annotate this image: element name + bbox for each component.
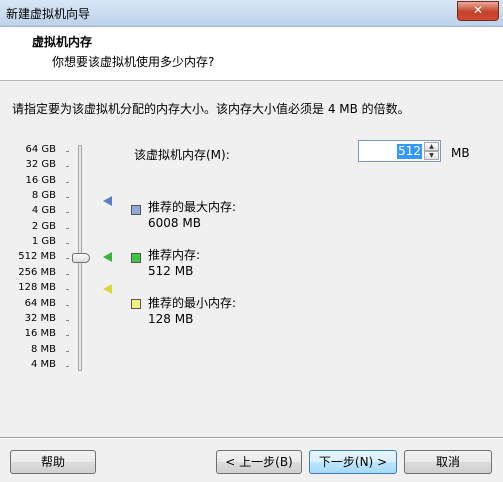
- slider-tick-mark: [66, 181, 69, 183]
- close-button[interactable]: ✕: [457, 1, 499, 21]
- spin-down-icon[interactable]: ▼: [424, 151, 439, 160]
- slider-tick-mark: [66, 166, 69, 168]
- slider-tick-label: 256 MB: [18, 266, 56, 278]
- slider-tick-mark: [66, 304, 69, 306]
- slider-tick-label: 16 GB: [25, 174, 56, 186]
- slider-tick-mark: [66, 197, 69, 199]
- recommended-memory-swatch-icon: [131, 253, 141, 263]
- wizard-header: 虚拟机内存 你想要该虚拟机使用多少内存?: [0, 27, 503, 81]
- slider-tick-label: 32 MB: [24, 312, 56, 324]
- slider-tick-label: 128 MB: [18, 282, 56, 294]
- help-button[interactable]: 帮助: [10, 450, 96, 474]
- window-title: 新建虚拟机向导: [6, 7, 91, 21]
- slider-tick-mark: [66, 258, 69, 260]
- min-memory-marker-icon: [103, 284, 112, 294]
- min-memory-value: 128 MB: [148, 312, 194, 326]
- slider-tick-label: 8 MB: [30, 343, 56, 355]
- slider-tick-mark: [66, 273, 69, 275]
- slider-tick-label: 32 GB: [25, 159, 56, 171]
- slider-tick-label: 8 GB: [31, 190, 56, 202]
- slider-tick-label: 1 GB: [31, 236, 56, 248]
- slider-tick-mark: [66, 227, 69, 229]
- slider-tick-label: 512 MB: [18, 251, 56, 263]
- slider-tick-label: 4 GB: [31, 205, 56, 217]
- cancel-button[interactable]: 取消: [404, 450, 492, 474]
- memory-slider-thumb[interactable]: [72, 253, 90, 263]
- spin-up-icon[interactable]: ▲: [424, 142, 439, 151]
- slider-tick-mark: [66, 151, 69, 152]
- min-memory-swatch-icon: [131, 299, 141, 309]
- next-button[interactable]: 下一步(N) >: [309, 450, 397, 474]
- page-title: 虚拟机内存: [32, 35, 93, 49]
- slider-tick-label: 16 MB: [24, 328, 56, 340]
- slider-tick-mark: [66, 335, 69, 337]
- title-bar[interactable]: 新建虚拟机向导 ✕: [0, 0, 503, 27]
- max-memory-marker-icon: [103, 196, 112, 206]
- memory-spinbox[interactable]: 512 ▲ ▼: [358, 140, 441, 162]
- slider-tick-mark: [66, 350, 69, 352]
- recommended-memory-label: 推荐内存:: [148, 248, 201, 262]
- memory-input-selection: 512: [397, 144, 422, 159]
- slider-tick-mark: [66, 289, 69, 291]
- memory-label: 该虚拟机内存(M):: [134, 148, 230, 162]
- recommended-memory-marker-icon: [103, 252, 112, 262]
- max-memory-label: 推荐的最大内存:: [148, 200, 237, 214]
- slider-tick-mark: [66, 365, 69, 367]
- back-button[interactable]: < 上一步(B): [216, 450, 302, 474]
- slider-tick-label: 4 MB: [30, 358, 56, 370]
- instruction-text: 请指定要为该虚拟机分配的内存大小。该内存大小值必须是 4 MB 的倍数。: [12, 102, 410, 116]
- slider-tick-label: 2 GB: [31, 220, 56, 232]
- slider-tick-mark: [66, 319, 69, 321]
- slider-tick-label: 64 MB: [24, 297, 56, 309]
- wizard-window: 新建虚拟机向导 ✕ 虚拟机内存 你想要该虚拟机使用多少内存? 请指定要为该虚拟机…: [0, 0, 503, 482]
- memory-unit: MB: [451, 146, 470, 160]
- min-memory-label: 推荐的最小内存:: [148, 296, 237, 310]
- max-memory-legend: 推荐的最大内存: 6008 MB: [148, 199, 236, 231]
- recommended-memory-legend: 推荐内存: 512 MB: [148, 247, 200, 279]
- recommended-memory-value: 512 MB: [148, 264, 194, 278]
- slider-tick-label: 64 GB: [25, 144, 56, 155]
- slider-tick-mark: [66, 212, 69, 214]
- max-memory-value: 6008 MB: [148, 216, 201, 230]
- max-memory-swatch-icon: [131, 205, 141, 215]
- footer-divider: [0, 437, 503, 439]
- page-subtitle: 你想要该虚拟机使用多少内存?: [52, 55, 215, 69]
- min-memory-legend: 推荐的最小内存: 128 MB: [148, 295, 236, 327]
- slider-tick-mark: [66, 243, 69, 245]
